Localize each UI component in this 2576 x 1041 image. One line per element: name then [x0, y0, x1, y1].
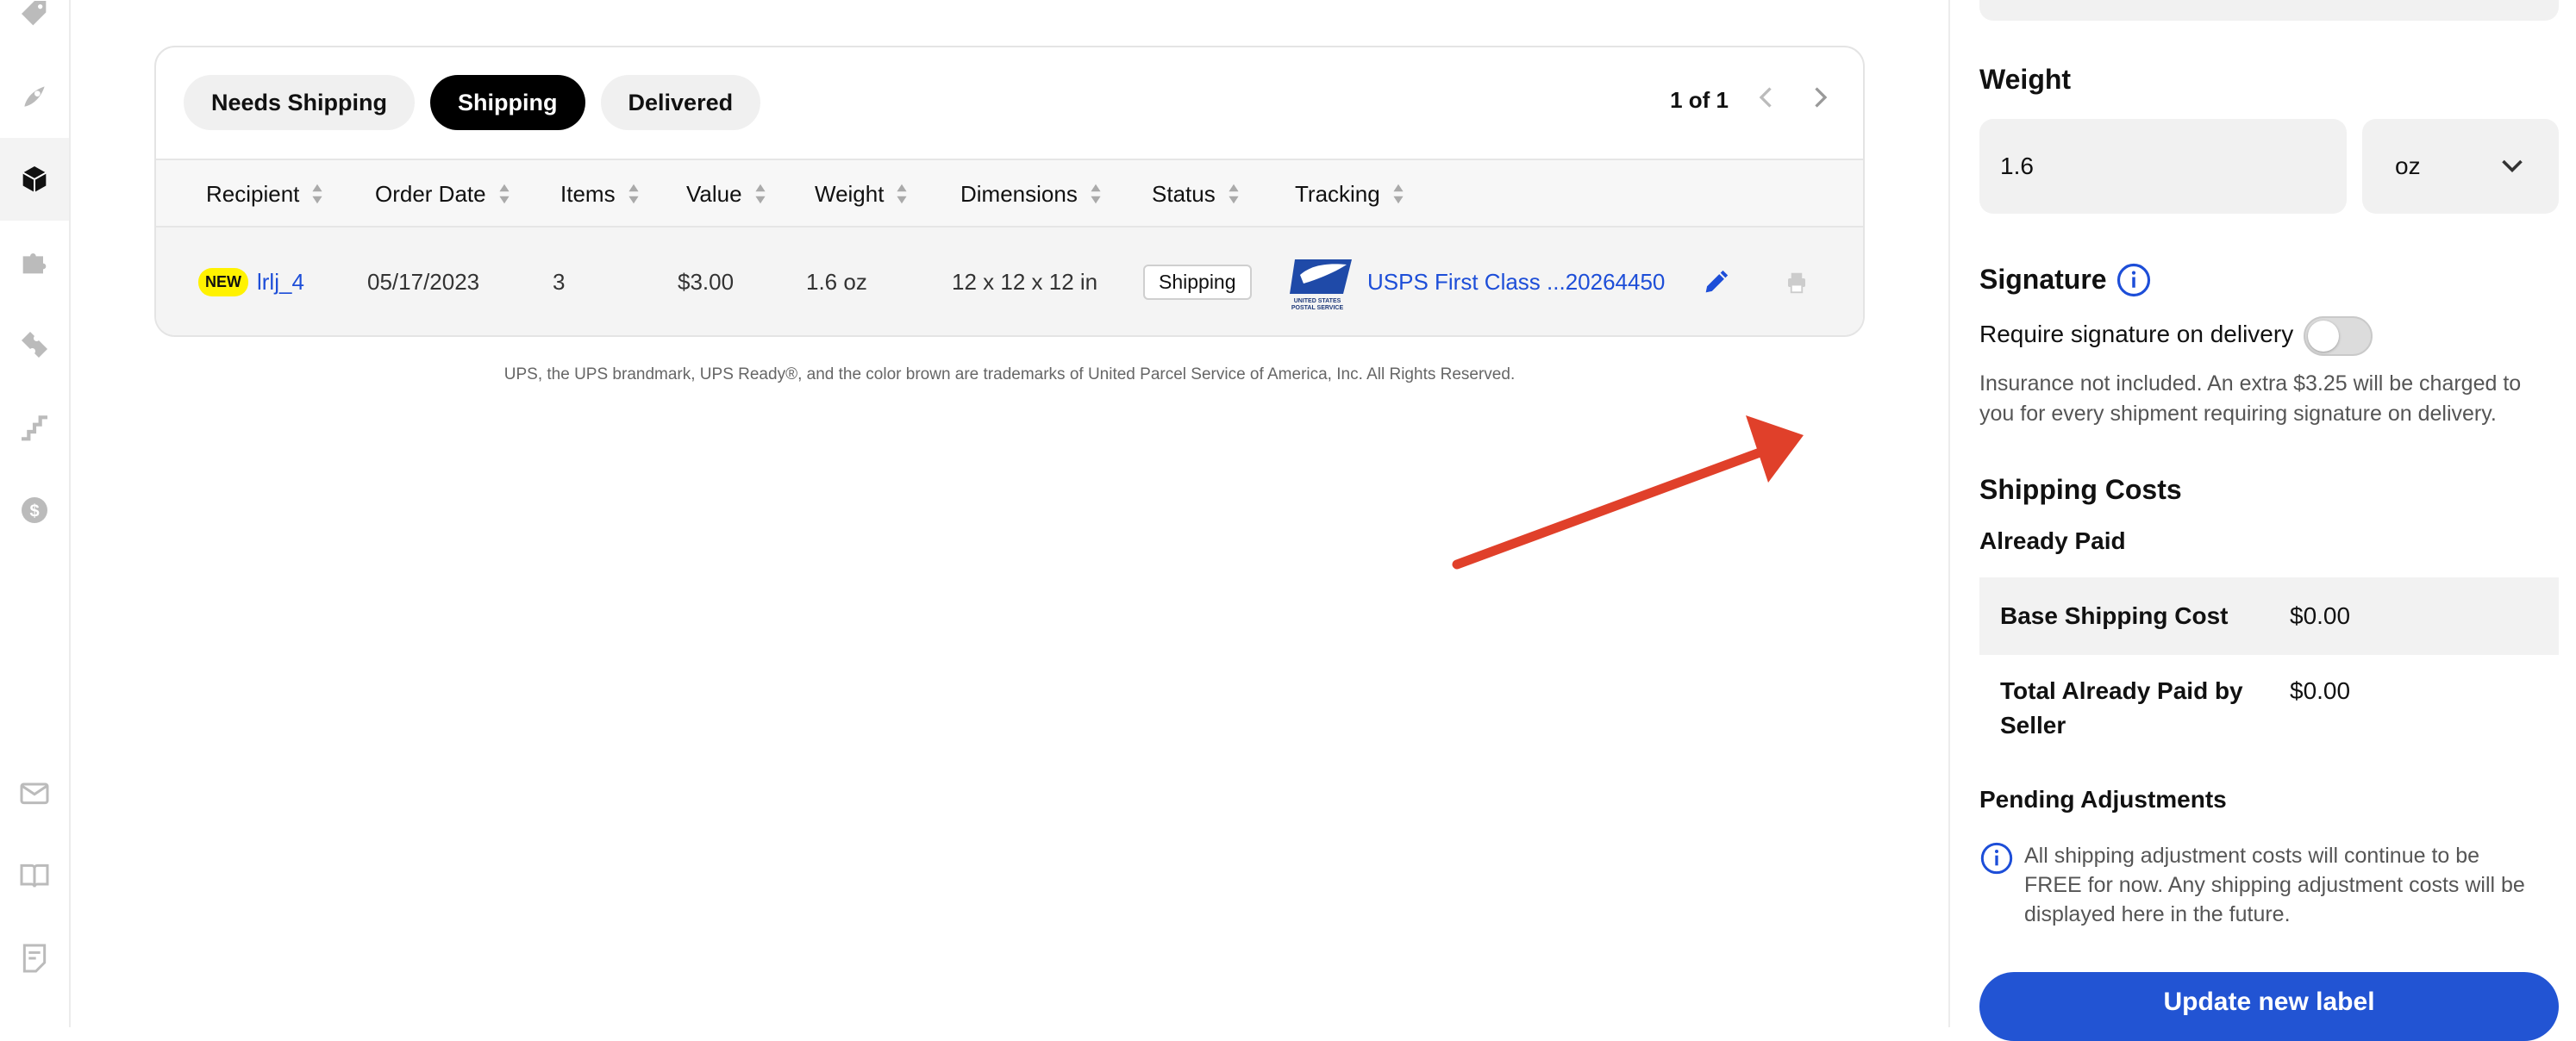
shipping-costs-title: Shipping Costs: [1979, 474, 2182, 505]
shipments-table-card: Needs Shipping Shipping Delivered 1 of 1…: [154, 46, 1865, 337]
dimensions-cell: 12 x 12 x 12 in: [952, 269, 1098, 295]
weight-unit-select[interactable]: oz: [2362, 119, 2559, 214]
tab-needs-shipping[interactable]: Needs Shipping: [184, 75, 416, 130]
cost-row-total: Total Already Paid by Seller $0.00: [1979, 655, 2559, 750]
column-header-items[interactable]: Items: [560, 160, 640, 228]
notes-icon[interactable]: [0, 917, 69, 1000]
column-label: Dimensions: [960, 180, 1078, 207]
weight-unit-value: oz: [2395, 153, 2421, 179]
sort-icon: [312, 184, 323, 204]
box-icon[interactable]: [0, 138, 69, 221]
svg-text:POSTAL SERVICE: POSTAL SERVICE: [1291, 305, 1344, 311]
dollar-icon[interactable]: $: [0, 469, 69, 552]
sort-icon: [1229, 184, 1239, 204]
items-cell: 3: [553, 269, 566, 295]
already-paid-title: Already Paid: [1979, 527, 2126, 554]
sort-icon: [1091, 184, 1101, 204]
info-icon[interactable]: [2116, 262, 2152, 302]
order-date-cell: 05/17/2023: [367, 269, 480, 295]
value-cell: $3.00: [678, 269, 735, 295]
tab-delivered[interactable]: Delivered: [600, 75, 761, 130]
ticket-icon[interactable]: [0, 303, 69, 386]
column-header-value[interactable]: Value: [686, 160, 766, 228]
signature-title: Signature: [1979, 264, 2107, 295]
page-indicator: 1 of 1: [1670, 87, 1729, 113]
sort-icon: [628, 184, 639, 204]
label-details-panel: Weight 1.6 oz Signature Require signatur…: [1948, 0, 2576, 1041]
column-header-order-date[interactable]: Order Date: [375, 160, 510, 228]
pending-adjustments-note: All shipping adjustment costs will conti…: [2024, 844, 2525, 926]
weight-input[interactable]: 1.6: [1979, 119, 2347, 214]
sidebar-nav: $: [0, 0, 71, 1027]
toggle-knob: [2308, 321, 2339, 352]
column-label: Value: [686, 180, 742, 207]
status-badge: Shipping: [1143, 265, 1252, 300]
mail-icon[interactable]: [0, 751, 69, 834]
chevron-left-icon[interactable]: [1751, 82, 1782, 119]
sort-icon: [754, 184, 766, 204]
recipient-cell: NEW lrlj_4: [198, 228, 304, 335]
column-label: Tracking: [1295, 180, 1380, 207]
table-header: Recipient Order Date Items Value Weight …: [156, 159, 1863, 228]
tracking-cell: UNITED STATES POSTAL SERVICE USPS First …: [1286, 228, 1665, 335]
annotation-arrow-shaft: [1452, 443, 1777, 570]
edit-pencil-icon[interactable]: [1701, 228, 1730, 335]
column-label: Weight: [815, 180, 885, 207]
printer-icon[interactable]: [1784, 228, 1810, 335]
new-badge: NEW: [198, 268, 248, 296]
column-header-status[interactable]: Status: [1152, 160, 1240, 228]
status-tabs: Needs Shipping Shipping Delivered: [184, 75, 761, 130]
rocket-icon[interactable]: [0, 55, 69, 138]
pending-info-icon: [1979, 841, 2014, 880]
book-icon[interactable]: [0, 834, 69, 917]
sort-icon: [499, 184, 510, 204]
recipient-link[interactable]: lrlj_4: [257, 269, 304, 296]
column-label: Order Date: [375, 180, 486, 207]
status-cell: Shipping: [1143, 228, 1252, 335]
puzzle-icon[interactable]: [0, 221, 69, 303]
signature-toggle[interactable]: [2304, 316, 2373, 356]
signature-note: Insurance not included. An extra $3.25 w…: [1979, 371, 2522, 426]
annotation-arrow-head: [1746, 415, 1804, 483]
chevron-down-icon: [2502, 159, 2523, 173]
cost-value: $0.00: [2290, 602, 2351, 629]
column-label: Recipient: [206, 180, 300, 207]
usps-logo: UNITED STATES POSTAL SERVICE: [1286, 252, 1355, 313]
sort-icon: [1393, 184, 1404, 204]
column-label: Items: [560, 180, 616, 207]
cost-row-base: Base Shipping Cost $0.00: [1979, 577, 2559, 655]
previous-field[interactable]: [1979, 0, 2559, 21]
cost-label: Total Already Paid by Seller: [2000, 677, 2243, 739]
chevron-right-icon[interactable]: [1804, 82, 1835, 119]
stairs-icon[interactable]: [0, 386, 69, 469]
sort-icon: [897, 184, 908, 204]
signature-toggle-label: Require signature on delivery: [1979, 321, 2294, 347]
svg-text:$: $: [29, 502, 39, 521]
cost-label: Base Shipping Cost: [2000, 602, 2229, 629]
column-header-dimensions[interactable]: Dimensions: [960, 160, 1102, 228]
column-header-recipient[interactable]: Recipient: [206, 160, 323, 228]
tab-shipping[interactable]: Shipping: [430, 75, 585, 130]
ups-trademark-disclaimer: UPS, the UPS brandmark, UPS Ready®, and …: [503, 365, 1516, 383]
column-label: Status: [1152, 180, 1216, 207]
weight-cell: 1.6 oz: [806, 269, 867, 295]
table-row[interactable]: NEW lrlj_4 05/17/2023 3 $3.00 1.6 oz 12 …: [156, 228, 1863, 335]
tag-icon[interactable]: [0, 0, 69, 55]
tracking-link[interactable]: USPS First Class ...20264450: [1367, 269, 1665, 296]
pending-adjustments-title: Pending Adjustments: [1979, 786, 2227, 813]
column-header-tracking[interactable]: Tracking: [1295, 160, 1404, 228]
cost-value: $0.00: [2290, 677, 2351, 704]
svg-text:UNITED STATES: UNITED STATES: [1294, 298, 1341, 304]
column-header-weight[interactable]: Weight: [815, 160, 908, 228]
weight-title: Weight: [1979, 64, 2072, 95]
update-label-button[interactable]: Update new label: [1979, 972, 2559, 1041]
pagination: 1 of 1: [1670, 82, 1835, 119]
